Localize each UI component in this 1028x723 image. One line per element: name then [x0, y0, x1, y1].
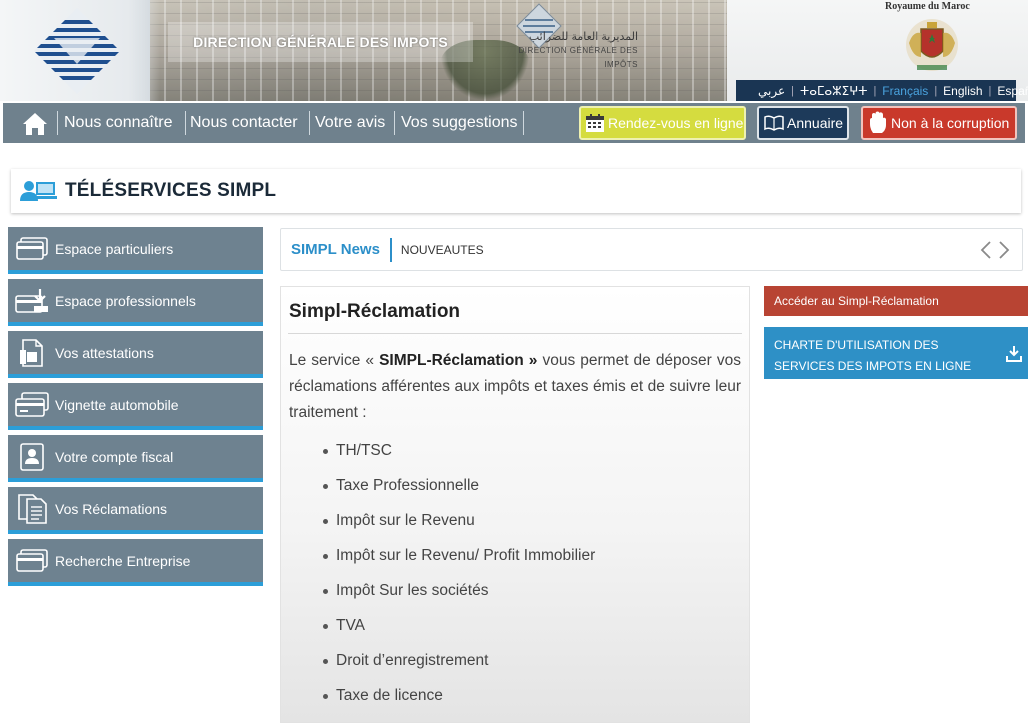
corruption-label: Non à la corruption: [891, 115, 1010, 131]
download-icon: [1006, 346, 1022, 362]
charte-label: CHARTE D'UTILISATION DES SERVICES DES IM…: [774, 338, 972, 373]
teleservices-icon: [20, 181, 57, 201]
tax-list: TH/TSC Taxe Professionnelle Impôt sur le…: [288, 442, 742, 722]
news-text[interactable]: NOUVEAUTES: [401, 243, 484, 257]
sidebar-item-votre-compte-fiscal[interactable]: Votre compte fiscal: [8, 435, 263, 482]
list-item: Impôt Sur les sociétés: [323, 582, 742, 617]
news-label[interactable]: SIMPL News: [281, 237, 392, 262]
section-header: TÉLÉSERVICES SIMPL: [11, 169, 1021, 213]
chevron-right-icon[interactable]: [998, 240, 1010, 260]
arabic-title-text: المديرية العامة للضرائب: [528, 31, 638, 43]
card-icon: [8, 548, 55, 573]
main-content: Simpl-Réclamation Le service « SIMPL-Réc…: [280, 286, 750, 723]
book-icon: [764, 115, 784, 131]
stop-hand-icon: [868, 111, 888, 135]
sidebar-item-label: Vos attestations: [55, 344, 154, 361]
lang-amazigh[interactable]: ⵜⴰⵎⴰⵣⵉⵖⵜ: [794, 84, 873, 98]
sidebar-item-espace-professionnels[interactable]: Espace professionnels: [8, 279, 263, 326]
intro-bold-service: SIMPL-Réclamation »: [379, 352, 538, 369]
card-icon: [8, 236, 55, 261]
rendez-vous-button[interactable]: Rendez-vous en ligne: [579, 106, 746, 140]
sidebar-item-label: Vos Réclamations: [55, 500, 168, 517]
dgi-logo-icon[interactable]: [34, 8, 120, 94]
nav-nous-contacter[interactable]: Nous contacter: [190, 103, 298, 143]
chevron-left-icon[interactable]: [980, 240, 992, 260]
banner-arabic-title: المديرية العامة للضرائب DIRECTION GÉNÉRA…: [498, 30, 638, 72]
nav-separator: [57, 111, 58, 135]
lang-spanish[interactable]: Español: [991, 84, 1028, 98]
content-intro: Le service « SIMPL-Réclamation » vous pe…: [288, 348, 742, 426]
card-icon: [8, 391, 55, 418]
nav-nous-connaitre[interactable]: Nous connaître: [64, 103, 173, 143]
lang-french[interactable]: Français: [876, 84, 934, 98]
sidebar-item-label: Votre compte fiscal: [55, 448, 174, 465]
banner-title: DIRECTION GÉNÉRALE DES IMPOTS: [168, 22, 473, 62]
nav-vos-suggestions[interactable]: Vos suggestions: [401, 103, 518, 143]
sidebar-item-recherche-entreprise[interactable]: Recherche Entreprise: [8, 539, 263, 586]
royaume-label: Royaume du Maroc: [885, 1, 970, 12]
annuaire-label: Annuaire: [787, 115, 844, 131]
nav-votre-avis[interactable]: Votre avis: [315, 103, 385, 143]
language-bar: عربي| ⵜⴰⵎⴰⵣⵉⵖⵜ| Français| English| Españ…: [736, 80, 1028, 101]
access-simpl-reclamation-button[interactable]: Accéder au Simpl-Réclamation: [764, 286, 1028, 316]
profile-card-icon: [8, 442, 55, 472]
sidebar-item-label: Recherche Entreprise: [55, 552, 191, 569]
sidebar-item-label: Vignette automobile: [55, 396, 179, 413]
nav-separator: [523, 111, 524, 135]
nav-separator: [185, 111, 186, 135]
home-icon[interactable]: [21, 111, 49, 137]
document-icon: [8, 338, 55, 368]
annuaire-button[interactable]: Annuaire: [757, 106, 849, 140]
sidebar-item-label: Espace particuliers: [55, 240, 174, 257]
list-item: Impôt sur le Revenu/ Profit Immobilier: [323, 547, 742, 582]
sidebar-item-espace-particuliers[interactable]: Espace particuliers: [8, 227, 263, 274]
charte-utilisation-link[interactable]: CHARTE D'UTILISATION DES SERVICES DES IM…: [764, 327, 1028, 379]
list-item: Taxe Professionnelle: [323, 477, 742, 512]
corruption-button[interactable]: Non à la corruption: [861, 106, 1017, 140]
news-arrows: [980, 240, 1010, 260]
content-heading: Simpl-Réclamation: [288, 301, 742, 334]
list-item: Taxe de licence: [323, 687, 742, 722]
download-card-icon: [8, 288, 55, 314]
rendez-vous-label: Rendez-vous en ligne: [608, 115, 744, 131]
news-ticker: SIMPL News NOUVEAUTES: [280, 228, 1023, 271]
list-item: Impôt sur le Revenu: [323, 512, 742, 547]
intro-text-before: Le service «: [289, 352, 380, 369]
documents-icon: [8, 493, 55, 525]
access-label: Accéder au Simpl-Réclamation: [774, 294, 939, 308]
nav-separator: [394, 111, 395, 135]
list-item: TH/TSC: [323, 442, 742, 477]
sidebar-item-vignette-automobile[interactable]: Vignette automobile: [8, 383, 263, 430]
coat-of-arms-icon: [906, 19, 958, 71]
arabic-subtitle-text: DIRECTION GÉNÉRALE DES IMPÔTS: [518, 46, 638, 69]
header-banner: DIRECTION GÉNÉRALE DES IMPOTS المديرية ا…: [0, 0, 1028, 101]
lang-english[interactable]: English: [937, 84, 988, 98]
list-item: Droit d’enregistrement: [323, 652, 742, 687]
sidebar-item-label: Espace professionnels: [55, 292, 196, 309]
lang-arabic[interactable]: عربي: [752, 84, 791, 98]
page-title: TÉLÉSERVICES SIMPL: [65, 180, 277, 201]
nav-separator: [309, 111, 310, 135]
sidebar-item-vos-attestations[interactable]: Vos attestations: [8, 331, 263, 378]
calendar-icon: [585, 113, 605, 133]
list-item: TVA: [323, 617, 742, 652]
sidebar-item-vos-reclamations[interactable]: Vos Réclamations: [8, 487, 263, 534]
